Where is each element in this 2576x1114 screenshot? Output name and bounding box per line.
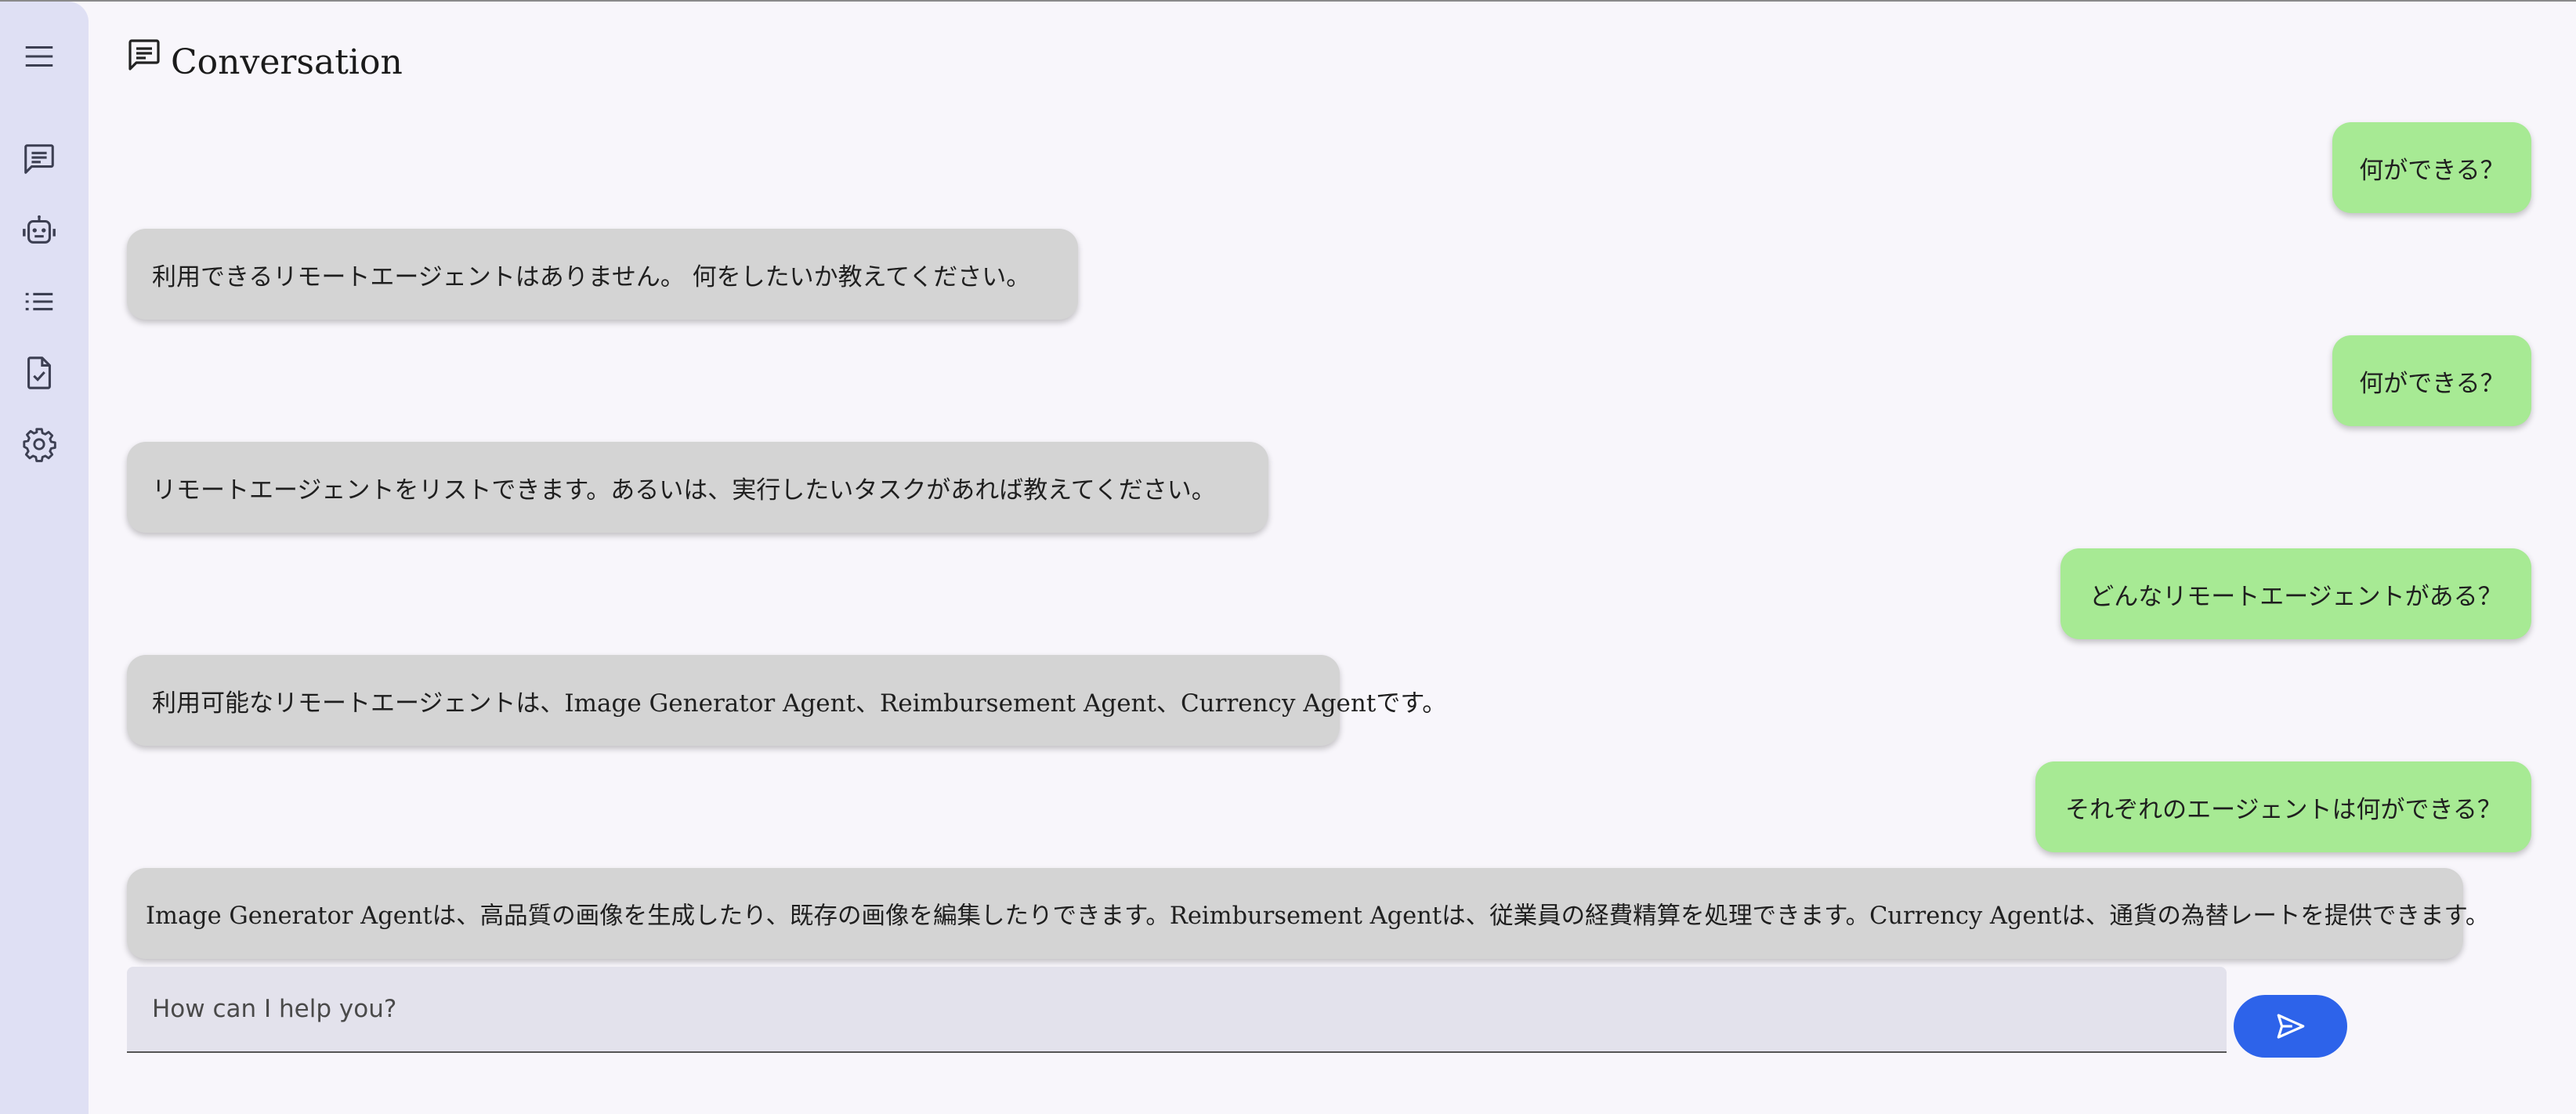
message-text: 何ができる？ (2359, 369, 2505, 398)
agent-message-bubble: 利用可能なリモートエージェントは、Image Generator Agent、R… (127, 655, 1446, 746)
message-text: 利用可能なリモートエージェントは、Image Generator Agent、R… (152, 689, 1447, 718)
task-icon (27, 356, 51, 389)
list-icon (25, 292, 53, 311)
message-text: Image Generator Agentは、高品質の画像を生成したり、既存の画… (146, 902, 2490, 930)
user-message-bubble: 何ができる？ (2332, 335, 2531, 426)
user-message-bubble: 何ができる？ (2332, 122, 2531, 213)
page-header: Conversation (125, 34, 403, 89)
nav-settings-button[interactable] (17, 422, 61, 466)
nav-tasks-button[interactable] (17, 351, 61, 395)
gear-icon (23, 428, 56, 462)
user-message-bubble: それぞれのエージェントは何ができる？ (2035, 761, 2531, 852)
user-message-bubble: どんなリモートエージェントがある？ (2060, 548, 2531, 639)
chat-icon (128, 39, 160, 71)
send-icon (2277, 1014, 2304, 1039)
nav-conversations-button[interactable] (17, 137, 61, 181)
agent-message-bubble: 利用できるリモートエージェントはありません。 何をしたいか教えてください。 (127, 229, 1078, 320)
nav-rail (0, 2, 89, 1114)
window-top-border (0, 0, 2576, 2)
nav-event-list-button[interactable] (17, 280, 61, 324)
agent-message-bubble: Image Generator Agentは、高品質の画像を生成したり、既存の画… (127, 868, 2489, 959)
chat-icon (24, 144, 54, 174)
message-input-container (127, 967, 2227, 1053)
message-text: どんなリモートエージェントがある？ (2089, 582, 2502, 611)
send-button[interactable] (2234, 995, 2347, 1058)
robot-icon (23, 215, 56, 244)
page-title: Conversation (171, 42, 403, 82)
menu-icon (25, 45, 53, 67)
message-text: リモートエージェントをリストできます。あるいは、実行したいタスクがあれば教えてく… (152, 476, 1216, 505)
agent-message-bubble: リモートエージェントをリストできます。あるいは、実行したいタスクがあれば教えてく… (127, 442, 1268, 533)
message-text: 利用できるリモートエージェントはありません。 何をしたいか教えてください。 (152, 262, 1031, 291)
message-input[interactable] (127, 967, 2227, 1051)
message-text: それぞれのエージェントは何ができる？ (2065, 795, 2502, 824)
menu-button[interactable] (17, 34, 61, 78)
message-text: 何ができる？ (2359, 156, 2505, 185)
nav-agents-button[interactable] (17, 208, 61, 252)
